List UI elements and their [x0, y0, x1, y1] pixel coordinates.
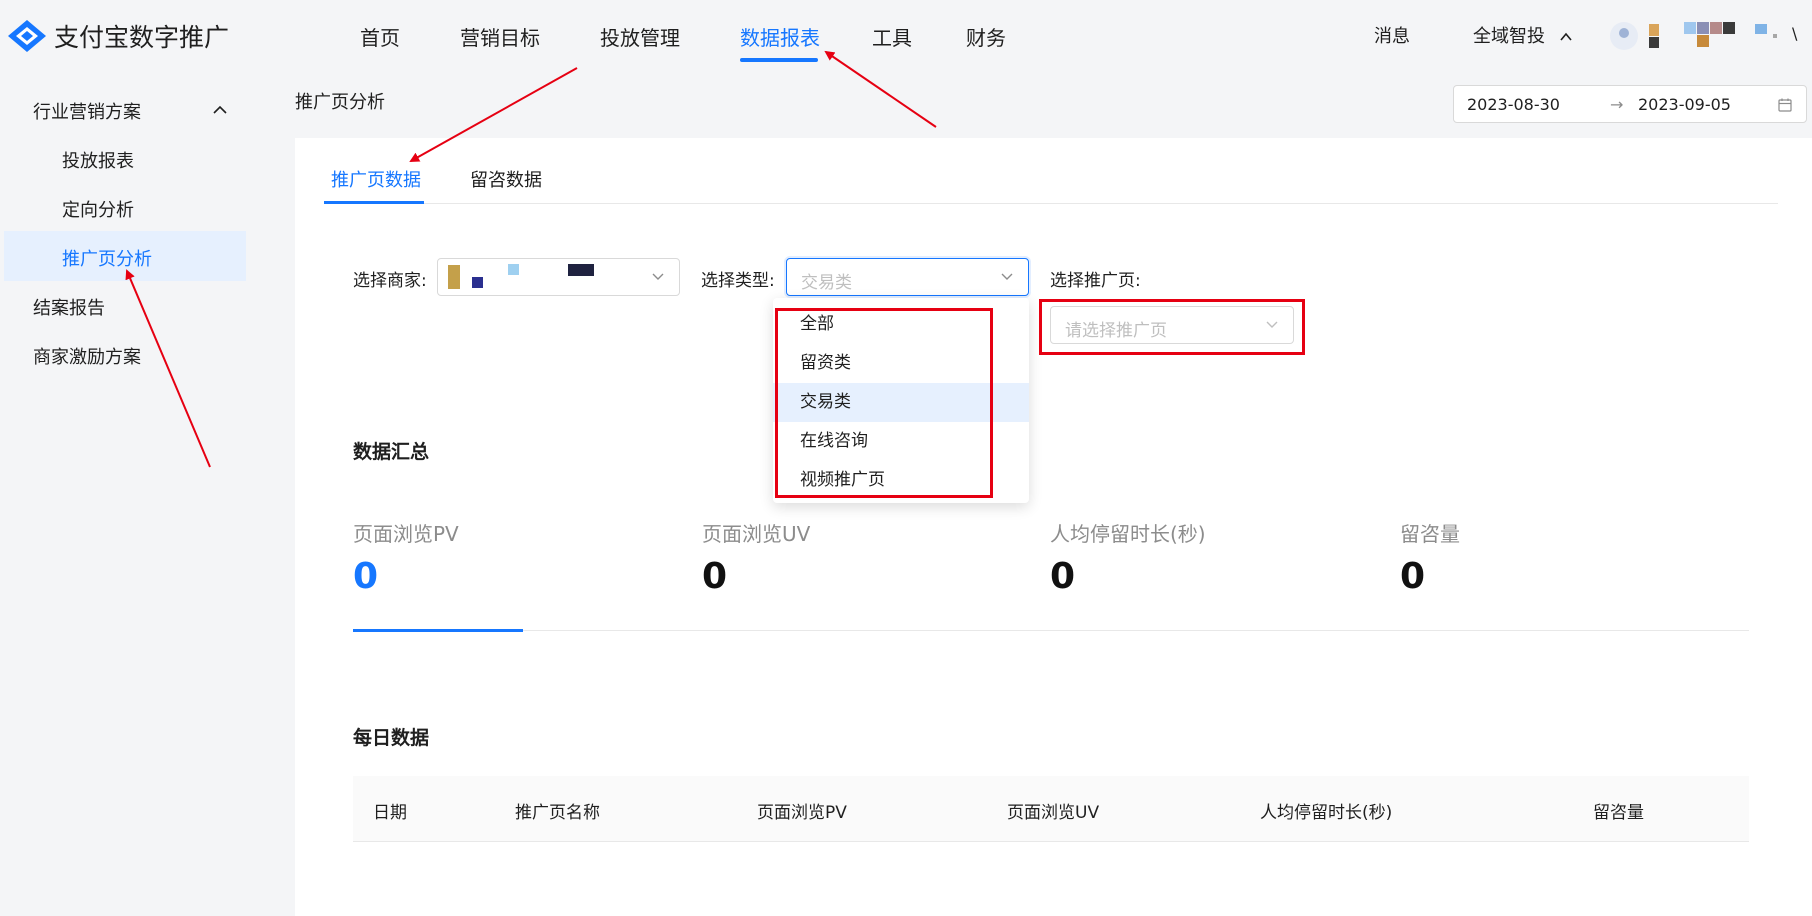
option-all[interactable]: 全部	[773, 305, 1029, 344]
summary-title: 数据汇总	[353, 441, 430, 463]
nav-active-indicator	[740, 58, 818, 62]
merchant-label: 选择商家:	[353, 271, 427, 291]
tab-lead-data[interactable]: 留咨数据	[470, 166, 542, 192]
tab-landing-page-data[interactable]: 推广页数据	[331, 166, 421, 192]
top-header: 支付宝数字推广 首页 营销目标 投放管理 数据报表 工具 财务 消息 全域智投 …	[0, 0, 1812, 68]
chevron-down-icon	[652, 273, 664, 280]
stat-label-avg-duration[interactable]: 人均停留时长(秒)	[1050, 518, 1206, 547]
daily-title: 每日数据	[353, 727, 430, 749]
nav-tools[interactable]: 工具	[872, 22, 912, 51]
stat-label-uv[interactable]: 页面浏览UV	[702, 518, 810, 547]
stat-value-avg-duration: 0	[1050, 556, 1076, 597]
merchant-select[interactable]	[437, 258, 680, 296]
sidebar-item-delivery-report[interactable]: 投放报表	[62, 147, 134, 173]
tab-divider	[324, 203, 1778, 204]
stat-value-pv: 0	[353, 556, 379, 597]
date-range-picker[interactable]: 2023-08-30 → 2023-09-05	[1453, 85, 1807, 123]
landing-page-label: 选择推广页:	[1050, 271, 1141, 291]
sidebar-item-targeting-analysis[interactable]: 定向分析	[62, 196, 134, 222]
page-title: 推广页分析	[295, 92, 385, 113]
nav-campaign-management[interactable]: 投放管理	[600, 22, 680, 51]
column-lead-count: 留咨量	[1593, 803, 1644, 823]
stat-value-uv: 0	[702, 556, 728, 597]
messages-link[interactable]: 消息	[1374, 22, 1410, 48]
sidebar-item-closing-report[interactable]: 结案报告	[33, 294, 105, 320]
sidebar: 行业营销方案 投放报表 定向分析 推广页分析 结案报告 商家激励方案	[0, 68, 246, 916]
stat-value-lead-count: 0	[1400, 556, 1426, 597]
type-select-value: 交易类	[801, 273, 852, 293]
column-pv: 页面浏览PV	[757, 803, 847, 823]
column-landing-page-name: 推广页名称	[515, 803, 600, 823]
app-logo[interactable]: 支付宝数字推广	[6, 18, 229, 54]
nav-finance[interactable]: 财务	[966, 22, 1006, 51]
nav-marketing-goals[interactable]: 营销目标	[460, 22, 540, 51]
nav-data-reports[interactable]: 数据报表	[740, 22, 820, 51]
landing-page-placeholder: 请选择推广页	[1065, 321, 1167, 341]
column-avg-duration: 人均停留时长(秒)	[1260, 803, 1393, 823]
sidebar-item-landing-page-analysis[interactable]: 推广页分析	[62, 245, 152, 271]
date-range-start[interactable]: 2023-08-30	[1467, 95, 1560, 114]
header-trailing-mark: \	[1792, 24, 1798, 43]
nav-home[interactable]: 首页	[360, 22, 400, 51]
tab-active-indicator	[324, 201, 424, 204]
user-avatar[interactable]	[1610, 22, 1638, 50]
stat-label-pv[interactable]: 页面浏览PV	[353, 518, 459, 547]
workspace-switcher[interactable]: 全域智投	[1473, 22, 1573, 48]
sidebar-group-industry-marketing[interactable]: 行业营销方案	[33, 98, 141, 124]
column-uv: 页面浏览UV	[1007, 803, 1100, 823]
column-date: 日期	[373, 803, 407, 823]
stats-active-indicator	[353, 629, 523, 632]
daily-table-header: 日期 推广页名称 页面浏览PV 页面浏览UV 人均停留时长(秒) 留咨量	[353, 776, 1749, 842]
type-dropdown-menu: 全部 留资类 交易类 在线咨询 视频推广页	[773, 298, 1029, 503]
type-select[interactable]: 交易类	[786, 258, 1029, 296]
sidebar-item-merchant-incentive[interactable]: 商家激励方案	[33, 343, 141, 369]
date-range-separator: →	[1610, 95, 1624, 114]
chevron-up-icon	[1560, 32, 1572, 41]
option-video-landing-page[interactable]: 视频推广页	[773, 461, 1029, 500]
app-title: 支付宝数字推广	[54, 23, 230, 52]
type-label: 选择类型:	[701, 271, 775, 291]
stat-label-lead-count[interactable]: 留咨量	[1400, 518, 1460, 547]
option-online-consult[interactable]: 在线咨询	[773, 422, 1029, 461]
workspace-label: 全域智投	[1473, 26, 1545, 47]
landing-page-select[interactable]: 请选择推广页	[1050, 306, 1294, 344]
chevron-down-icon	[1001, 273, 1013, 280]
alipay-logo-icon	[8, 20, 46, 52]
date-range-end[interactable]: 2023-09-05	[1638, 95, 1731, 114]
option-transaction[interactable]: 交易类	[773, 383, 1029, 422]
chevron-down-icon	[1266, 321, 1278, 328]
option-lead[interactable]: 留资类	[773, 344, 1029, 383]
stats-divider	[353, 630, 1749, 631]
calendar-icon	[1778, 98, 1792, 112]
chevron-up-icon[interactable]	[212, 102, 228, 118]
